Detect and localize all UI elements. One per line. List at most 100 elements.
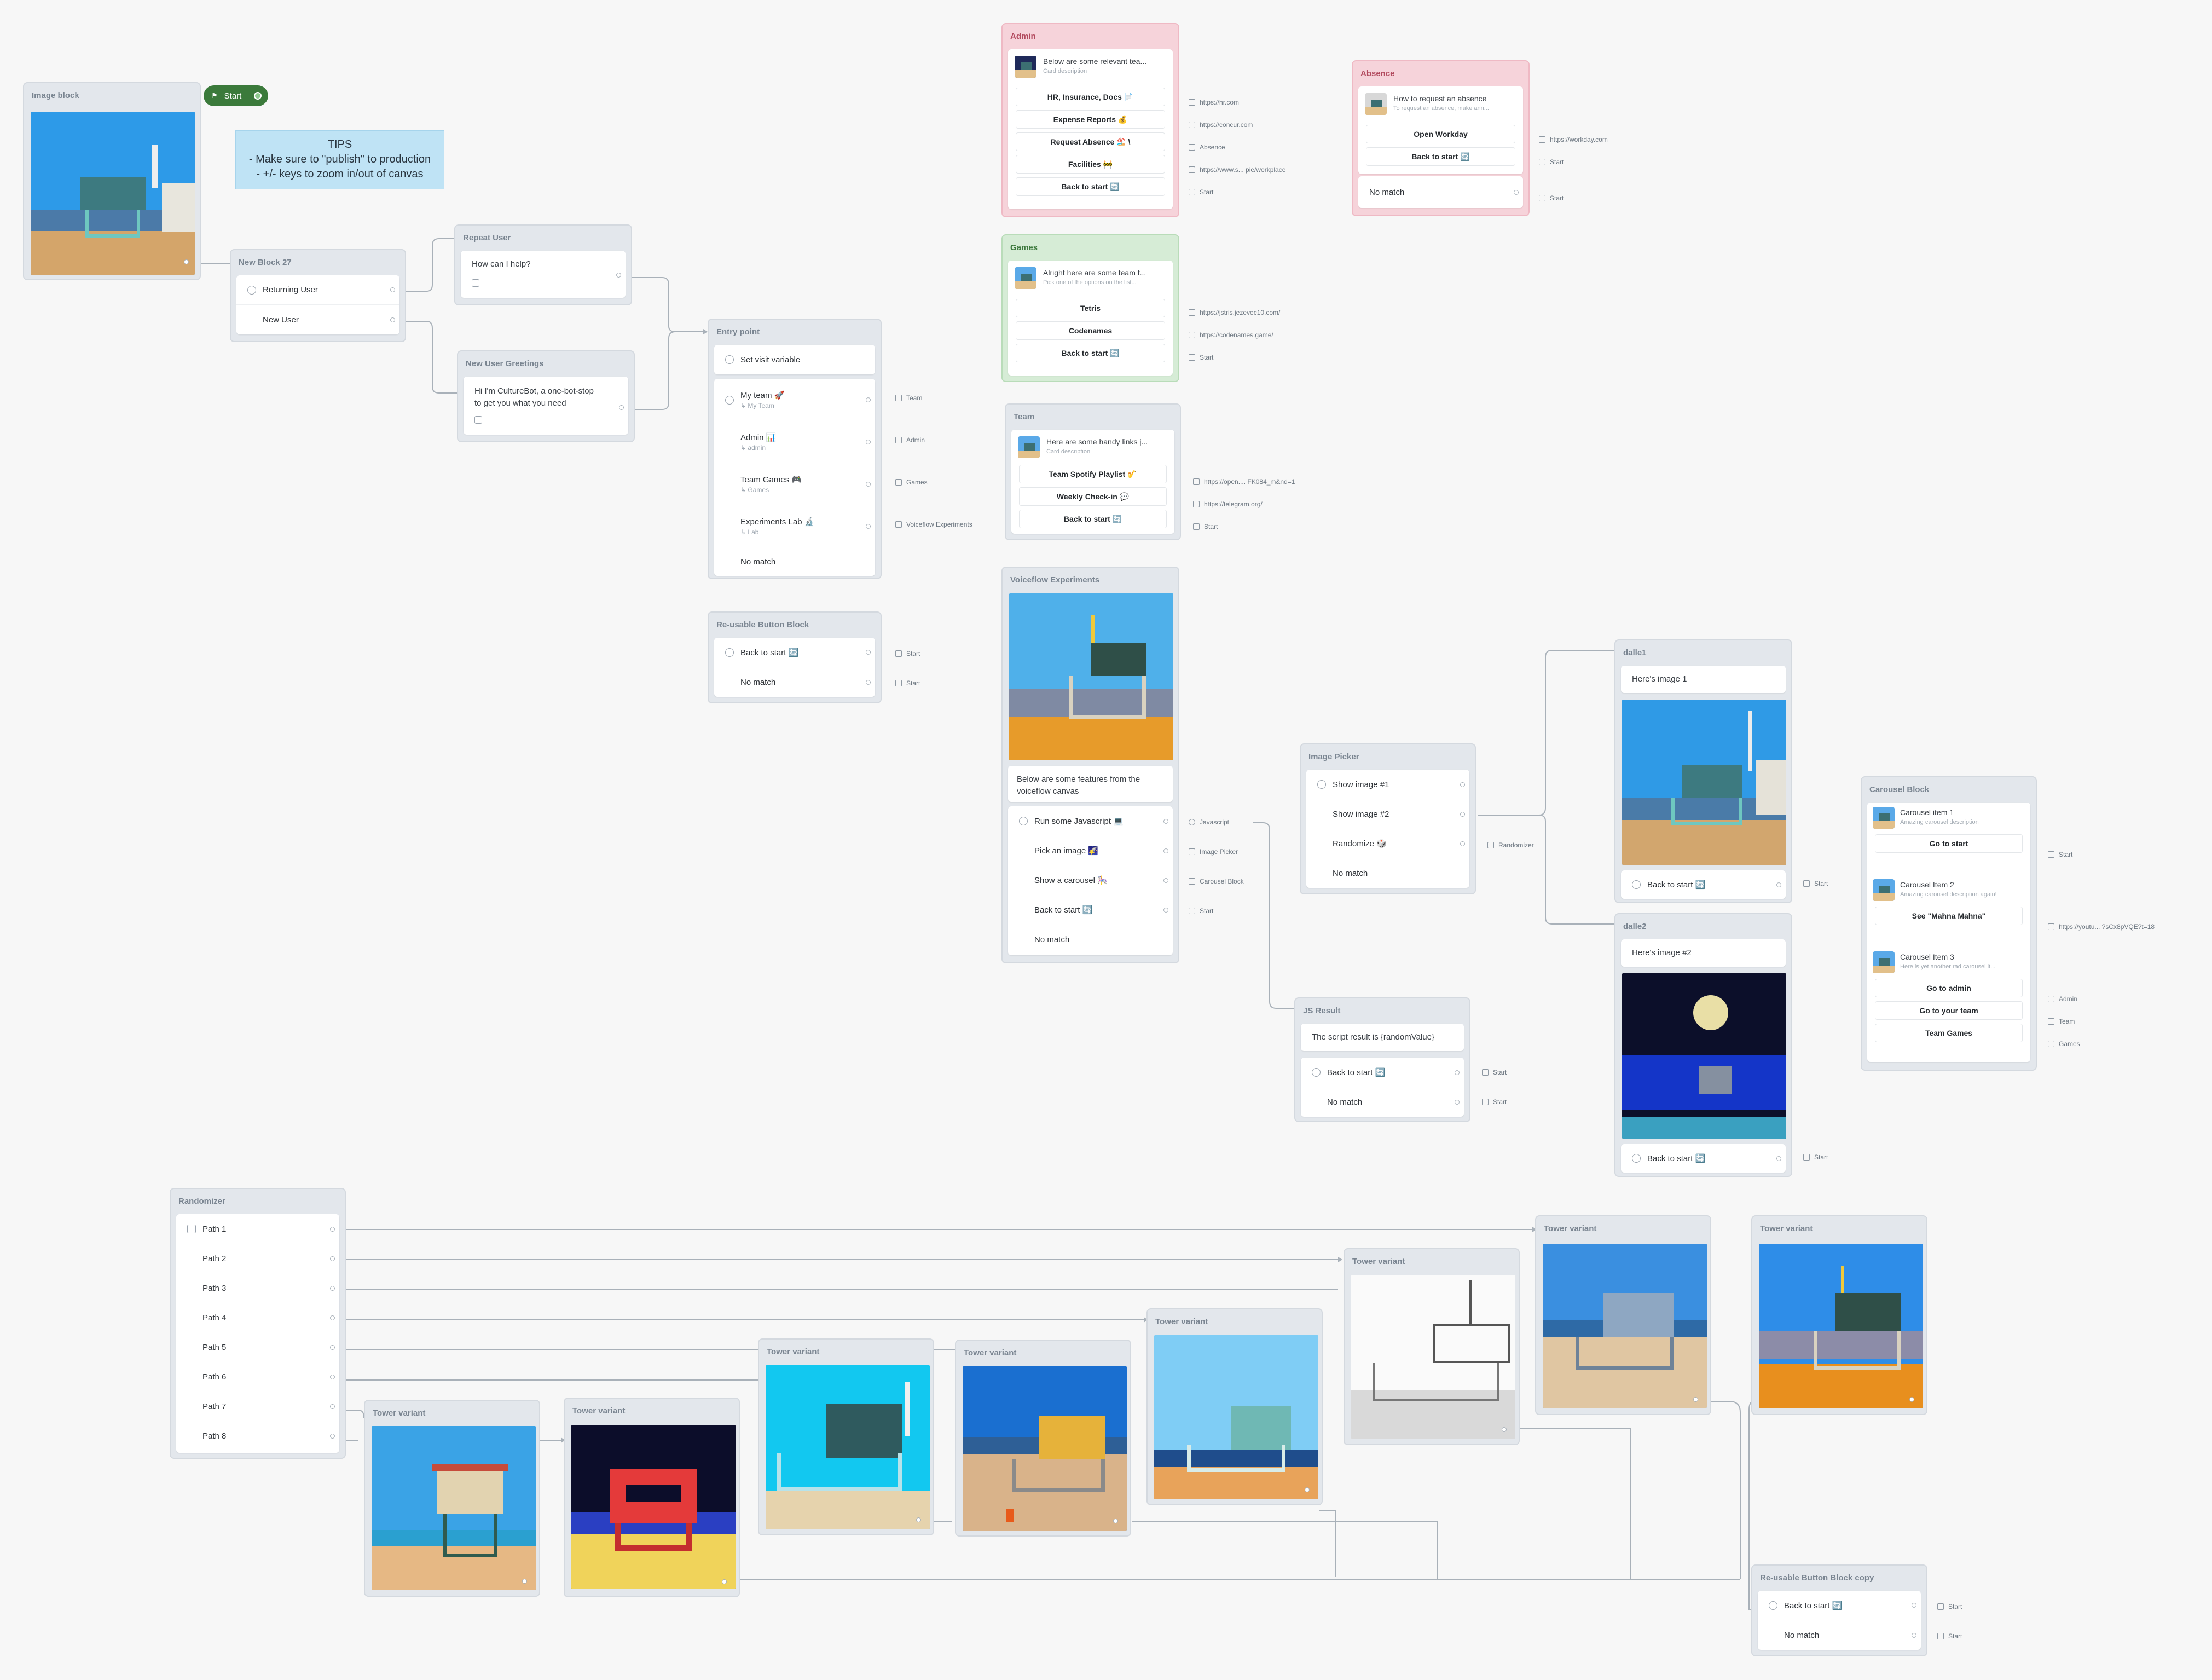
randomizer-path-6[interactable]: Path 6 — [176, 1362, 339, 1392]
choice-port[interactable] — [1163, 877, 1168, 883]
choice-experiments-lab[interactable]: Experiments Lab 🔬 ↳ Lab — [714, 505, 875, 547]
carousel-button[interactable]: Go to admin — [1875, 979, 2023, 997]
choice-port[interactable] — [1460, 782, 1465, 787]
back-to-start-path[interactable]: Back to start 🔄 — [714, 638, 875, 667]
randomizer-path-3[interactable]: Path 3 — [176, 1273, 339, 1303]
link-start[interactable]: Start — [1539, 158, 1564, 166]
path-port[interactable] — [330, 1315, 335, 1320]
link-javascript[interactable]: Javascript — [1189, 818, 1229, 826]
randomizer-block[interactable]: Randomizer Path 1 Path 2 Path 3 Path 4 P… — [170, 1188, 346, 1459]
back-to-start-path[interactable]: Back to start 🔄 — [1621, 870, 1786, 899]
link-url[interactable]: https://hr.com — [1189, 99, 1239, 106]
block-port[interactable] — [916, 1517, 921, 1522]
carousel-button[interactable]: Team Games — [1875, 1024, 2023, 1042]
back-to-start-path[interactable]: Back to start 🔄 — [1758, 1591, 1921, 1620]
new-user-path[interactable]: New User — [236, 305, 399, 334]
dalle2-block[interactable]: dalle2 Here's image #2 Back to start 🔄 — [1614, 913, 1792, 1177]
card-button[interactable]: Team Spotify Playlist 🎷 — [1019, 465, 1167, 483]
text-card[interactable]: Below are some features from the voicefl… — [1008, 766, 1173, 802]
image-block-port[interactable] — [184, 259, 189, 264]
card-button[interactable]: Request Absence 🏖️ \ — [1016, 132, 1165, 151]
repeat-user-block[interactable]: Repeat User How can I help? — [454, 224, 632, 305]
returning-user-path[interactable]: Returning User — [236, 275, 399, 305]
back-to-start-path[interactable]: Back to start 🔄 — [1621, 1144, 1786, 1173]
carousel-button[interactable]: See "Mahna Mahna" — [1875, 907, 2023, 925]
js-result-block[interactable]: JS Result The script result is {randomVa… — [1294, 997, 1470, 1122]
card-button[interactable]: Codenames — [1016, 321, 1165, 340]
path-port[interactable] — [390, 317, 395, 322]
tower-variant-block[interactable]: Tower variant — [1344, 1248, 1520, 1445]
link-start[interactable]: Start — [1189, 354, 1213, 361]
choice-port[interactable] — [1455, 1070, 1460, 1075]
randomizer-path-1[interactable]: Path 1 — [176, 1214, 339, 1244]
choice-randomize[interactable]: Randomize 🎲 — [1306, 829, 1469, 858]
block-port[interactable] — [722, 1579, 727, 1584]
text-card[interactable]: Here's image #2 — [1621, 939, 1786, 967]
entry-point-block[interactable]: Entry point Set visit variable My team 🚀… — [708, 319, 882, 579]
link-start[interactable]: Start — [895, 650, 920, 657]
choice-port[interactable] — [1460, 841, 1465, 846]
choice-port[interactable] — [866, 650, 871, 655]
new-block-27[interactable]: New Block 27 Returning User New User — [230, 249, 406, 342]
new-user-greetings-block[interactable]: New User Greetings Hi I'm CultureBot, a … — [457, 350, 635, 442]
link-start[interactable]: Start — [1539, 194, 1564, 202]
tower-variant-block[interactable]: Tower variant — [758, 1338, 934, 1535]
games-block[interactable]: Games Alright here are some team f... Pi… — [1001, 234, 1179, 382]
text-card[interactable]: How can I help? — [461, 251, 626, 298]
card-button[interactable]: Tetris — [1016, 299, 1165, 317]
link-start[interactable]: Start — [2048, 851, 2072, 858]
link-carousel-block[interactable]: Carousel Block — [1189, 877, 1244, 885]
choice-show-image-2[interactable]: Show image #2 — [1306, 799, 1469, 829]
voiceflow-experiments-block[interactable]: Voiceflow Experiments Below are some fea… — [1001, 567, 1179, 963]
card-button[interactable]: Open Workday — [1366, 125, 1515, 143]
link-start[interactable]: Start — [1189, 188, 1213, 196]
link-admin[interactable]: Admin — [2048, 995, 2077, 1003]
reusable-button-block-copy[interactable]: Re-usable Button Block copy Back to star… — [1751, 1564, 1927, 1656]
team-block[interactable]: Team Here are some handy links j... Card… — [1005, 403, 1181, 540]
card-button[interactable]: Back to start 🔄 — [1016, 177, 1165, 196]
no-match-card[interactable]: No match — [1358, 176, 1523, 208]
block-port[interactable] — [1693, 1397, 1698, 1402]
link-start[interactable]: Start — [895, 679, 920, 687]
link-team[interactable]: Team — [2048, 1018, 2075, 1025]
choice-admin[interactable]: Admin 📊 ↳ admin — [714, 421, 875, 463]
link-games[interactable]: Games — [895, 478, 928, 486]
tower-variant-block[interactable]: Tower variant — [1146, 1308, 1323, 1505]
link-url[interactable]: https://www.s... pie/workplace — [1189, 166, 1285, 174]
block-port[interactable] — [522, 1579, 527, 1584]
absence-block[interactable]: Absence How to request an absence To req… — [1352, 60, 1530, 216]
path-port[interactable] — [330, 1226, 335, 1232]
link-start[interactable]: Start — [1937, 1632, 1962, 1640]
choice-my-team[interactable]: My team 🚀 ↳ My Team — [714, 379, 875, 421]
choice-port[interactable] — [1163, 818, 1168, 824]
link-image-picker[interactable]: Image Picker — [1189, 848, 1238, 856]
text-port[interactable] — [619, 405, 624, 410]
text-card[interactable]: Here's image 1 — [1621, 666, 1786, 693]
choice-port[interactable] — [1912, 1632, 1916, 1638]
text-card[interactable]: Hi I'm CultureBot, a one-bot-stop to get… — [464, 377, 628, 435]
block-port[interactable] — [1502, 1427, 1507, 1432]
choice-port[interactable] — [866, 440, 871, 444]
link-url[interactable]: https://youtu... ?sCx8pVQE?t=18 — [2048, 923, 2155, 931]
set-variable-card[interactable]: Set visit variable — [714, 345, 875, 374]
no-match-port[interactable] — [1514, 189, 1519, 195]
choice-port[interactable] — [1455, 1099, 1460, 1105]
path-port[interactable] — [330, 1256, 335, 1261]
card-button[interactable]: Expense Reports 💰 — [1016, 110, 1165, 129]
block-port[interactable] — [1113, 1519, 1118, 1523]
randomizer-path-4[interactable]: Path 4 — [176, 1303, 339, 1332]
link-team[interactable]: Team — [895, 394, 922, 402]
admin-block[interactable]: Admin Below are some relevant tea... Car… — [1001, 23, 1179, 217]
link-url[interactable]: https://telegram.org/ — [1193, 500, 1263, 508]
choice-port[interactable] — [866, 482, 871, 487]
choice-port[interactable] — [1163, 848, 1168, 853]
no-match-path[interactable]: No match — [1008, 925, 1173, 954]
image-block[interactable]: Image block — [23, 82, 201, 280]
start-port-icon[interactable] — [254, 92, 262, 100]
dalle1-block[interactable]: dalle1 Here's image 1 Back to start 🔄 — [1614, 639, 1792, 903]
reusable-button-block[interactable]: Re-usable Button Block Back to start 🔄 N… — [708, 611, 882, 703]
choice-port[interactable] — [1460, 811, 1465, 817]
link-url[interactable]: https://jstris.jezevec10.com/ — [1189, 309, 1280, 316]
link-voiceflow-experiments[interactable]: Voiceflow Experiments — [895, 521, 972, 528]
path-port[interactable] — [330, 1374, 335, 1379]
